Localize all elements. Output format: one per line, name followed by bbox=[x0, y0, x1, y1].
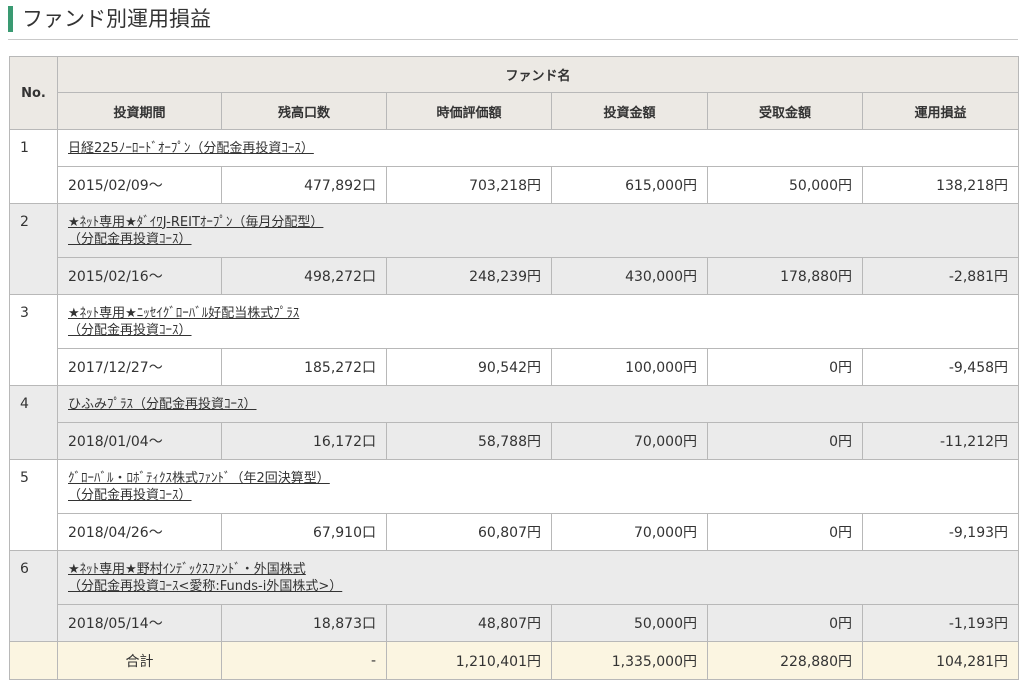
units-cell: 185,272口 bbox=[221, 348, 387, 386]
header-units: 残高口数 bbox=[221, 92, 387, 130]
row-number: 3 bbox=[9, 294, 58, 386]
fund-row: 1 日経225ﾉｰﾛｰﾄﾞｵｰﾌﾟﾝ（分配金再投資ｺｰｽ） bbox=[9, 129, 1020, 204]
header-profit: 運用損益 bbox=[861, 92, 1020, 130]
row-number: 2 bbox=[9, 203, 58, 295]
fund-name-cell: ★ﾈｯﾄ専用★ﾆｯｾｲｸﾞﾛｰﾊﾞﾙ好配当株式ﾌﾟﾗｽ （分配金再投資ｺｰｽ） bbox=[56, 294, 1020, 349]
fund-detail-row: 2015/02/16〜 498,272口 248,239円 430,000円 1… bbox=[10, 257, 1020, 295]
header-received: 受取金額 bbox=[707, 92, 863, 130]
row-number: 1 bbox=[9, 129, 58, 204]
fund-name-link[interactable]: ｸﾞﾛｰﾊﾞﾙ・ﾛﾎﾞﾃｨｸｽ株式ﾌｧﾝﾄﾞ（年2回決算型） （分配金再投資ｺｰｽ… bbox=[68, 471, 330, 503]
fund-name-link[interactable]: ★ﾈｯﾄ専用★ﾆｯｾｲｸﾞﾛｰﾊﾞﾙ好配当株式ﾌﾟﾗｽ （分配金再投資ｺｰｽ） bbox=[68, 306, 299, 338]
profit-cell: -11,212円 bbox=[861, 422, 1020, 460]
header-period: 投資期間 bbox=[57, 92, 222, 130]
fund-detail-row: 2018/05/14〜 18,873口 48,807円 50,000円 0円 -… bbox=[10, 604, 1020, 642]
market-value-cell: 58,788円 bbox=[386, 422, 552, 460]
fund-name-line2: （分配金再投資ｺｰｽ） bbox=[68, 487, 192, 503]
period-cell: 2018/05/14〜 bbox=[57, 604, 222, 642]
row-number: 6 bbox=[9, 550, 58, 642]
total-profit: 104,281円 bbox=[861, 641, 1020, 680]
fund-name-link[interactable]: ★ﾈｯﾄ専用★ﾀﾞｲﾜJ-REITｵｰﾌﾟﾝ（毎月分配型） （分配金再投資ｺｰｽ） bbox=[68, 215, 323, 247]
period-cell: 2015/02/09〜 bbox=[57, 166, 222, 204]
profit-cell: -9,458円 bbox=[861, 348, 1020, 386]
units-cell: 18,873口 bbox=[221, 604, 387, 642]
fund-name-cell: ｸﾞﾛｰﾊﾞﾙ・ﾛﾎﾞﾃｨｸｽ株式ﾌｧﾝﾄﾞ（年2回決算型） （分配金再投資ｺｰｽ… bbox=[56, 459, 1020, 514]
received-cell: 0円 bbox=[707, 348, 863, 386]
profit-cell: -9,193円 bbox=[861, 513, 1020, 551]
fund-name-cell: ひふみﾌﾟﾗｽ（分配金再投資ｺｰｽ） bbox=[56, 385, 1020, 423]
profit-cell: -2,881円 bbox=[861, 257, 1020, 295]
fund-row: 6 ★ﾈｯﾄ専用★野村ｲﾝﾃﾞｯｸｽﾌｧﾝﾄﾞ・外国株式 （分配金再投資ｺｰｽ<愛… bbox=[9, 550, 1020, 642]
fund-detail-row: 2018/01/04〜 16,172口 58,788円 70,000円 0円 -… bbox=[10, 422, 1020, 460]
page-title: ファンド別運用損益 bbox=[22, 7, 211, 31]
profit-cell: 138,218円 bbox=[861, 166, 1020, 204]
invested-cell: 70,000円 bbox=[551, 422, 708, 460]
header-invested: 投資金額 bbox=[551, 92, 708, 130]
fund-detail-row: 2017/12/27〜 185,272口 90,542円 100,000円 0円… bbox=[10, 348, 1020, 386]
fund-row: 2 ★ﾈｯﾄ専用★ﾀﾞｲﾜJ-REITｵｰﾌﾟﾝ（毎月分配型） （分配金再投資ｺｰ… bbox=[9, 203, 1020, 295]
total-market-value: 1,210,401円 bbox=[386, 641, 552, 680]
total-no-cell bbox=[9, 641, 58, 680]
invested-cell: 100,000円 bbox=[551, 348, 708, 386]
invested-cell: 70,000円 bbox=[551, 513, 708, 551]
header-no: No. bbox=[9, 56, 58, 130]
received-cell: 0円 bbox=[707, 422, 863, 460]
fund-name-cell: ★ﾈｯﾄ専用★ﾀﾞｲﾜJ-REITｵｰﾌﾟﾝ（毎月分配型） （分配金再投資ｺｰｽ） bbox=[56, 203, 1020, 258]
invested-cell: 50,000円 bbox=[551, 604, 708, 642]
period-cell: 2015/02/16〜 bbox=[57, 257, 222, 295]
fund-name-cell: ★ﾈｯﾄ専用★野村ｲﾝﾃﾞｯｸｽﾌｧﾝﾄﾞ・外国株式 （分配金再投資ｺｰｽ<愛称:… bbox=[56, 550, 1020, 605]
fund-detail-row: 2018/04/26〜 67,910口 60,807円 70,000円 0円 -… bbox=[10, 513, 1020, 551]
total-units: - bbox=[221, 641, 387, 680]
received-cell: 50,000円 bbox=[707, 166, 863, 204]
fund-name-link[interactable]: 日経225ﾉｰﾛｰﾄﾞｵｰﾌﾟﾝ（分配金再投資ｺｰｽ） bbox=[68, 141, 314, 156]
header-market-value: 時価評価額 bbox=[386, 92, 552, 130]
fund-name-line2: （分配金再投資ｺｰｽ<愛称:Funds-i外国株式>） bbox=[68, 578, 343, 594]
fund-name-line1: ｸﾞﾛｰﾊﾞﾙ・ﾛﾎﾞﾃｨｸｽ株式ﾌｧﾝﾄﾞ（年2回決算型） bbox=[68, 470, 330, 486]
fund-row: 4 ひふみﾌﾟﾗｽ（分配金再投資ｺｰｽ） bbox=[9, 385, 1020, 460]
row-number: 5 bbox=[9, 459, 58, 551]
market-value-cell: 60,807円 bbox=[386, 513, 552, 551]
market-value-cell: 90,542円 bbox=[386, 348, 552, 386]
units-cell: 498,272口 bbox=[221, 257, 387, 295]
period-cell: 2018/04/26〜 bbox=[57, 513, 222, 551]
total-label: 合計 bbox=[57, 641, 222, 680]
row-number: 4 bbox=[9, 385, 58, 460]
fund-profit-table: No. ファンド名 投資期間 残高口数 時価評価額 投資金額 受取金額 運用損益… bbox=[9, 56, 1020, 680]
profit-cell: -1,193円 bbox=[861, 604, 1020, 642]
market-value-cell: 48,807円 bbox=[386, 604, 552, 642]
units-cell: 477,892口 bbox=[221, 166, 387, 204]
page-header: ファンド別運用損益 bbox=[8, 4, 1018, 40]
fund-name-line1: ★ﾈｯﾄ専用★ﾀﾞｲﾜJ-REITｵｰﾌﾟﾝ（毎月分配型） bbox=[68, 214, 324, 230]
fund-name-line2: （分配金再投資ｺｰｽ） bbox=[68, 231, 192, 247]
invested-cell: 430,000円 bbox=[551, 257, 708, 295]
received-cell: 178,880円 bbox=[707, 257, 863, 295]
title-accent-bar bbox=[8, 6, 13, 32]
fund-detail-row: 2015/02/09〜 477,892口 703,218円 615,000円 5… bbox=[10, 166, 1020, 204]
fund-name-cell: 日経225ﾉｰﾛｰﾄﾞｵｰﾌﾟﾝ（分配金再投資ｺｰｽ） bbox=[56, 129, 1020, 167]
total-invested: 1,335,000円 bbox=[551, 641, 708, 680]
fund-name-line1: ★ﾈｯﾄ専用★野村ｲﾝﾃﾞｯｸｽﾌｧﾝﾄﾞ・外国株式 bbox=[68, 561, 306, 577]
fund-name-line2: （分配金再投資ｺｰｽ） bbox=[68, 322, 192, 338]
fund-row: 5 ｸﾞﾛｰﾊﾞﾙ・ﾛﾎﾞﾃｨｸｽ株式ﾌｧﾝﾄﾞ（年2回決算型） （分配金再投資ｺ… bbox=[9, 459, 1020, 551]
fund-name-line1: ★ﾈｯﾄ専用★ﾆｯｾｲｸﾞﾛｰﾊﾞﾙ好配当株式ﾌﾟﾗｽ bbox=[68, 305, 300, 321]
header-fund-name: ファンド名 bbox=[56, 56, 1020, 93]
units-cell: 16,172口 bbox=[221, 422, 387, 460]
fund-row: 3 ★ﾈｯﾄ専用★ﾆｯｾｲｸﾞﾛｰﾊﾞﾙ好配当株式ﾌﾟﾗｽ （分配金再投資ｺｰｽ） bbox=[9, 294, 1020, 386]
fund-name-link[interactable]: ひふみﾌﾟﾗｽ（分配金再投資ｺｰｽ） bbox=[68, 397, 257, 412]
market-value-cell: 703,218円 bbox=[386, 166, 552, 204]
invested-cell: 615,000円 bbox=[551, 166, 708, 204]
period-cell: 2018/01/04〜 bbox=[57, 422, 222, 460]
total-row: 合計 - 1,210,401円 1,335,000円 228,880円 104,… bbox=[9, 641, 1020, 680]
received-cell: 0円 bbox=[707, 604, 863, 642]
total-received: 228,880円 bbox=[707, 641, 863, 680]
fund-name-link[interactable]: ★ﾈｯﾄ専用★野村ｲﾝﾃﾞｯｸｽﾌｧﾝﾄﾞ・外国株式 （分配金再投資ｺｰｽ<愛称:… bbox=[68, 562, 342, 594]
units-cell: 67,910口 bbox=[221, 513, 387, 551]
received-cell: 0円 bbox=[707, 513, 863, 551]
market-value-cell: 248,239円 bbox=[386, 257, 552, 295]
period-cell: 2017/12/27〜 bbox=[57, 348, 222, 386]
